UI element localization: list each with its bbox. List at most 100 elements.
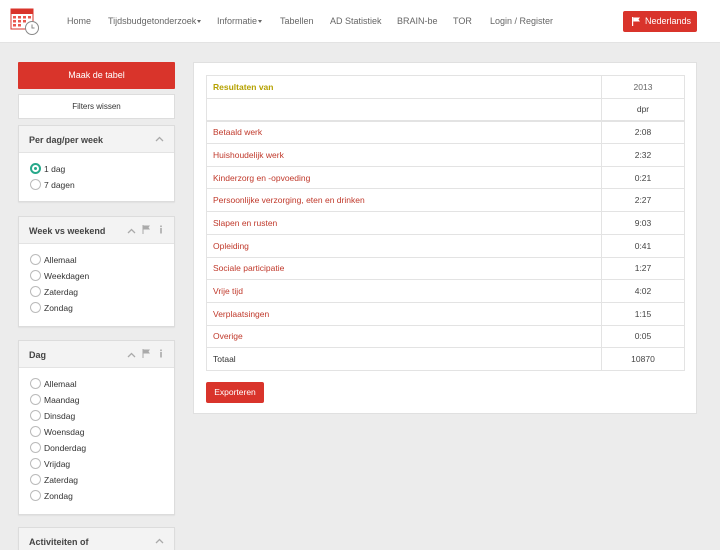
filter-panel-week-vs-weekend: Week vs weekend Allemaal Weekdagen Zater… bbox=[18, 216, 175, 327]
info-icon[interactable] bbox=[158, 225, 164, 234]
radio-option[interactable]: 1 dag bbox=[19, 161, 174, 177]
calendar-clock-logo-icon[interactable] bbox=[10, 6, 40, 36]
nav-tor[interactable]: TOR bbox=[453, 16, 472, 26]
radio-option[interactable]: Dinsdag bbox=[19, 408, 174, 424]
radio-icon[interactable] bbox=[30, 394, 41, 405]
table-row: Opleiding 0:41 bbox=[206, 233, 685, 257]
nav-informatie[interactable]: Informatie bbox=[217, 16, 263, 26]
year-header: 2013 bbox=[601, 75, 685, 99]
language-button[interactable]: Nederlands bbox=[623, 11, 697, 32]
table-row: Sociale participatie 1:27 bbox=[206, 256, 685, 280]
clear-filters-button[interactable]: Filters wissen bbox=[18, 94, 175, 119]
activity-value: 2:27 bbox=[601, 188, 685, 212]
activity-label: Sociale participatie bbox=[206, 256, 602, 280]
table-row: Betaald werk 2:08 bbox=[206, 120, 685, 144]
table-row: Slapen en rusten 9:03 bbox=[206, 211, 685, 235]
activity-label: Huishoudelijk werk bbox=[206, 143, 602, 167]
radio-icon[interactable] bbox=[30, 378, 41, 389]
radio-icon[interactable] bbox=[30, 442, 41, 453]
nav-home[interactable]: Home bbox=[67, 16, 91, 26]
activity-value: 0:21 bbox=[601, 165, 685, 189]
activity-label: Persoonlijke verzorging, eten en drinken bbox=[206, 188, 602, 212]
chevron-up-icon[interactable] bbox=[155, 136, 164, 142]
panel-title: Activiteiten of bbox=[29, 537, 89, 547]
panel-title: Week vs weekend bbox=[29, 226, 106, 236]
nav-ad-statistiek[interactable]: AD Statistiek bbox=[330, 16, 382, 26]
table-row: Kinderzorg en -opvoeding 0:21 bbox=[206, 165, 685, 189]
nav-brain-be[interactable]: BRAIN-be bbox=[397, 16, 438, 26]
flag-icon bbox=[632, 17, 640, 26]
filter-panel-dag: Dag Allemaal Maandag Dinsdag Woensdag Do… bbox=[18, 340, 175, 515]
table-row: Persoonlijke verzorging, eten en drinken… bbox=[206, 188, 685, 212]
radio-option[interactable]: Zaterdag bbox=[19, 472, 174, 488]
panel-header[interactable]: Week vs weekend bbox=[19, 217, 174, 244]
radio-selected-icon[interactable] bbox=[30, 163, 41, 174]
radio-icon[interactable] bbox=[30, 458, 41, 469]
activity-value: 1:27 bbox=[601, 256, 685, 280]
panel-header[interactable]: Per dag/per week bbox=[19, 126, 174, 153]
results-header-label: Resultaten van bbox=[206, 75, 602, 99]
radio-option[interactable]: Allemaal bbox=[19, 252, 174, 268]
flag-icon[interactable] bbox=[142, 225, 151, 234]
top-navbar: Home Tijdsbudgetonderzoek Informatie Tab… bbox=[0, 0, 720, 43]
radio-icon[interactable] bbox=[30, 270, 41, 281]
chevron-up-icon[interactable] bbox=[155, 538, 164, 544]
activity-value: 9:03 bbox=[601, 211, 685, 235]
radio-icon[interactable] bbox=[30, 474, 41, 485]
activity-label: Slapen en rusten bbox=[206, 211, 602, 235]
radio-icon[interactable] bbox=[30, 302, 41, 313]
radio-option[interactable]: Allemaal bbox=[19, 376, 174, 392]
flag-icon[interactable] bbox=[142, 349, 151, 358]
radio-icon[interactable] bbox=[30, 426, 41, 437]
chevron-up-icon[interactable] bbox=[127, 228, 136, 234]
filter-panel-activiteiten: Activiteiten of bbox=[18, 527, 175, 550]
results-table: Resultaten van 2013 dpr Betaald werk 2:08… bbox=[206, 75, 685, 371]
nav-tijdsbudgetonderzoek[interactable]: Tijdsbudgetonderzoek bbox=[108, 16, 202, 26]
radio-option[interactable]: Donderdag bbox=[19, 440, 174, 456]
table-row: Vrije tijd 4:02 bbox=[206, 279, 685, 303]
nav-tabellen[interactable]: Tabellen bbox=[280, 16, 314, 26]
activity-label: Overige bbox=[206, 324, 602, 348]
panel-header[interactable]: Activiteiten of bbox=[19, 528, 174, 550]
activity-label: Vrije tijd bbox=[206, 279, 602, 303]
radio-option[interactable]: Vrijdag bbox=[19, 456, 174, 472]
activity-label: Verplaatsingen bbox=[206, 301, 602, 326]
radio-icon[interactable] bbox=[30, 410, 41, 421]
radio-icon[interactable] bbox=[30, 179, 41, 190]
make-table-button[interactable]: Maak de tabel bbox=[18, 62, 175, 89]
panel-header[interactable]: Dag bbox=[19, 341, 174, 368]
chevron-up-icon[interactable] bbox=[127, 352, 136, 358]
caret-down-icon bbox=[258, 20, 263, 24]
activity-label: Betaald werk bbox=[206, 120, 602, 144]
info-icon[interactable] bbox=[158, 349, 164, 358]
radio-option[interactable]: Zaterdag bbox=[19, 284, 174, 300]
radio-icon[interactable] bbox=[30, 490, 41, 501]
radio-option[interactable]: 7 dagen bbox=[19, 177, 174, 193]
activity-value: 4:02 bbox=[601, 279, 685, 303]
activity-value: 2:32 bbox=[601, 143, 685, 167]
nav-login-register[interactable]: Login / Register bbox=[490, 16, 553, 26]
radio-option[interactable]: Zondag bbox=[19, 300, 174, 316]
panel-title: Dag bbox=[29, 350, 47, 360]
radio-icon[interactable] bbox=[30, 254, 41, 265]
caret-down-icon bbox=[197, 20, 202, 24]
unit-header: dpr bbox=[601, 97, 685, 122]
activity-value: 0:41 bbox=[601, 233, 685, 257]
radio-option[interactable]: Weekdagen bbox=[19, 268, 174, 284]
table-row: Overige 0:05 bbox=[206, 324, 685, 348]
table-subheader-row: dpr bbox=[206, 97, 685, 122]
activity-label: Kinderzorg en -opvoeding bbox=[206, 165, 602, 189]
activity-value: 1:15 bbox=[601, 301, 685, 326]
radio-option[interactable]: Woensdag bbox=[19, 424, 174, 440]
table-row: Verplaatsingen 1:15 bbox=[206, 301, 685, 326]
radio-option[interactable]: Maandag bbox=[19, 392, 174, 408]
radio-icon[interactable] bbox=[30, 286, 41, 297]
total-label: Totaal bbox=[206, 347, 602, 371]
panel-title: Per dag/per week bbox=[29, 135, 104, 145]
radio-option[interactable]: Zondag bbox=[19, 488, 174, 504]
total-value: 10870 bbox=[601, 347, 685, 371]
total-row: Totaal 10870 bbox=[206, 347, 685, 371]
export-button[interactable]: Exporteren bbox=[206, 382, 264, 403]
activity-value: 0:05 bbox=[601, 324, 685, 348]
activity-label: Opleiding bbox=[206, 233, 602, 257]
